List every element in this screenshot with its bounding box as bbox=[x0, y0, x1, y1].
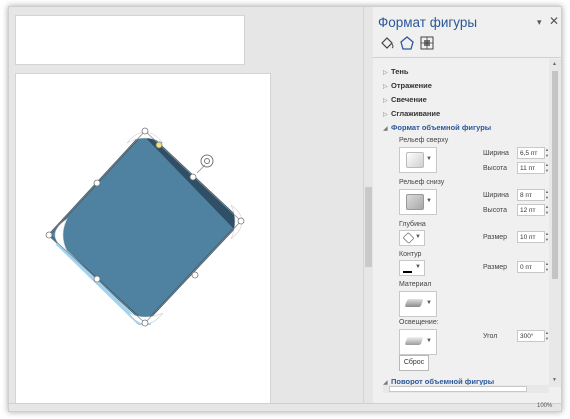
section-soft-edges-label: Сглаживание bbox=[391, 109, 441, 118]
pane-options-dropdown[interactable]: ▾ bbox=[537, 17, 542, 28]
chevron-down-icon: ▼ bbox=[415, 234, 421, 240]
depth-size-input[interactable]: 10 пт bbox=[517, 231, 545, 243]
section-format-3d-label: Формат объемной фигуры bbox=[391, 123, 492, 132]
pane-close-icon[interactable]: ✕ bbox=[549, 14, 559, 28]
expand-arrow-icon: ▷ bbox=[383, 98, 388, 104]
pane-horizontal-scrollbar-thumb[interactable] bbox=[389, 386, 527, 392]
material-label: Материал bbox=[399, 281, 432, 288]
bevel-top-width-input[interactable]: 6,5 пт bbox=[517, 147, 545, 159]
pane-horizontal-scrollbar[interactable] bbox=[383, 385, 549, 393]
scroll-down-icon[interactable]: ▼ bbox=[552, 377, 557, 383]
reset-button[interactable]: Сброс bbox=[399, 355, 429, 371]
status-bar: 100% bbox=[9, 403, 561, 411]
bevel-bottom-height-input[interactable]: 12 пт bbox=[517, 204, 545, 216]
bevel-bottom-width-input[interactable]: 8 пт bbox=[517, 189, 545, 201]
pane-scrollbar-thumb[interactable] bbox=[552, 71, 558, 279]
format-shape-pane: Формат фигуры ▾ ✕ ▷ Тень ▷ Отражение ▷ Свеч… bbox=[373, 7, 561, 403]
page-top bbox=[15, 15, 245, 65]
contour-size-input[interactable]: 0 пт bbox=[517, 261, 545, 273]
depth-label: Глубина bbox=[399, 221, 426, 228]
section-shadow[interactable]: ▷ Тень bbox=[383, 67, 409, 76]
bevel-top-height-label: Высота bbox=[483, 165, 508, 172]
section-reflection[interactable]: ▷ Отражение bbox=[383, 81, 432, 90]
pane-scrollbar[interactable]: ▲ ▼ bbox=[549, 59, 561, 387]
chevron-down-icon: ▼ bbox=[426, 338, 432, 344]
material-preview-icon bbox=[404, 299, 424, 307]
chevron-down-icon: ▼ bbox=[426, 156, 432, 162]
bevel-top-preview-icon bbox=[406, 152, 424, 168]
fill-bucket-icon bbox=[402, 232, 415, 244]
fill-line-icon[interactable] bbox=[379, 35, 395, 51]
app-window: Формат фигуры ▾ ✕ ▷ Тень ▷ Отражение ▷ Свеч… bbox=[8, 6, 562, 412]
lighting-preview-icon bbox=[404, 337, 424, 345]
bevel-top-height-input[interactable]: 11 пт bbox=[517, 162, 545, 174]
bevel-top-button[interactable]: ▼ bbox=[399, 147, 437, 173]
depth-color-button[interactable]: ▼ bbox=[399, 230, 425, 246]
bevel-bottom-preview-icon bbox=[406, 194, 424, 210]
lighting-label: Освещение: bbox=[399, 319, 439, 326]
contour-label: Контур bbox=[399, 251, 422, 258]
material-button[interactable]: ▼ bbox=[399, 291, 437, 317]
pane-body: ▷ Тень ▷ Отражение ▷ Свечение ▷ Сглаживание … bbox=[373, 59, 549, 387]
pane-title: Формат фигуры bbox=[378, 15, 478, 30]
section-reflection-label: Отражение bbox=[391, 81, 432, 90]
collapse-arrow-icon: ◢ bbox=[383, 126, 388, 132]
lighting-angle-label: Угол bbox=[483, 333, 498, 340]
adjust-handle bbox=[155, 141, 163, 149]
document-canvas bbox=[9, 7, 363, 405]
section-shadow-label: Тень bbox=[391, 67, 409, 76]
expand-arrow-icon: ▷ bbox=[383, 70, 388, 76]
bevel-bottom-height-label: Высота bbox=[483, 207, 508, 214]
contour-color-icon bbox=[403, 264, 412, 273]
layout-properties-icon[interactable] bbox=[419, 35, 435, 51]
bevel-bottom-button[interactable]: ▼ bbox=[399, 189, 437, 215]
pane-divider bbox=[373, 57, 561, 58]
depth-size-label: Размер bbox=[483, 234, 508, 241]
contour-size-label: Размер bbox=[483, 264, 508, 271]
effects-icon[interactable] bbox=[399, 35, 415, 51]
bevel-bottom-label: Рельеф снизу bbox=[399, 179, 445, 186]
bevel-bottom-width-label: Ширина bbox=[483, 192, 509, 199]
lighting-angle-input[interactable]: 300° bbox=[517, 330, 545, 342]
expand-arrow-icon: ▷ bbox=[383, 84, 388, 90]
chevron-down-icon: ▼ bbox=[426, 198, 432, 204]
section-glow-label: Свечение bbox=[391, 95, 427, 104]
zoom-level[interactable]: 100% bbox=[537, 403, 552, 409]
bevel-top-label: Рельеф сверху bbox=[399, 137, 449, 144]
chevron-down-icon: ▼ bbox=[426, 300, 432, 306]
rotate-handle-icon bbox=[200, 154, 214, 168]
section-glow[interactable]: ▷ Свечение bbox=[383, 95, 427, 104]
scroll-up-icon[interactable]: ▲ bbox=[552, 61, 557, 67]
contour-color-button[interactable]: ▼ bbox=[399, 260, 425, 276]
shape-3d-diamond[interactable] bbox=[9, 73, 269, 403]
bevel-top-width-label: Ширина bbox=[483, 150, 509, 157]
document-scrollbar-thumb[interactable] bbox=[365, 187, 372, 267]
expand-arrow-icon: ▷ bbox=[383, 112, 388, 118]
lighting-button[interactable]: ▼ bbox=[399, 329, 437, 355]
section-soft-edges[interactable]: ▷ Сглаживание bbox=[383, 109, 440, 118]
chevron-down-icon: ▼ bbox=[415, 264, 421, 270]
section-format-3d[interactable]: ◢ Формат объемной фигуры bbox=[383, 123, 491, 132]
